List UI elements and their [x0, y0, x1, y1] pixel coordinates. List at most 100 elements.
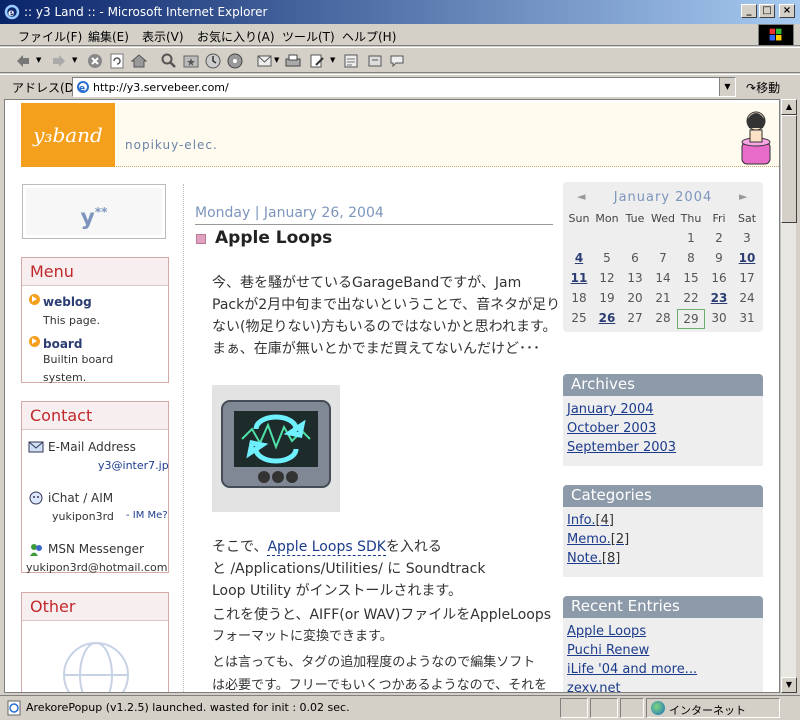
history-icon[interactable]: [204, 52, 222, 70]
arrow-icon: [29, 294, 40, 305]
calendar-day: 29: [677, 309, 705, 329]
mail-icon[interactable]: [256, 52, 274, 70]
calendar-day-link[interactable]: 23: [705, 291, 733, 305]
calendar-day-link[interactable]: 26: [593, 311, 621, 325]
edit-icon[interactable]: [308, 52, 326, 70]
nav-board[interactable]: board: [43, 337, 82, 351]
recent-link[interactable]: Puchi Renew: [567, 643, 649, 658]
back-icon[interactable]: [14, 52, 32, 70]
menu-file[interactable]: ファイル(F): [18, 28, 82, 45]
email-value[interactable]: y3@inter7.jp: [98, 459, 169, 472]
calendar-day-link[interactable]: 10: [733, 251, 761, 265]
calendar-day-link[interactable]: 4: [565, 251, 593, 265]
nav-weblog-desc: This page.: [43, 314, 100, 327]
discuss-icon[interactable]: [342, 52, 360, 70]
entry-title[interactable]: Apple Loops: [215, 228, 332, 248]
y-logo-box: y**: [22, 184, 166, 239]
category-name: Info.: [567, 513, 596, 528]
back-dropdown-icon[interactable]: ▼: [36, 56, 41, 64]
calendar-day: 7: [659, 251, 667, 265]
menu-edit[interactable]: 編集(E): [88, 28, 129, 45]
category-link[interactable]: Note.[8]: [567, 551, 620, 566]
page-status-icon: [7, 700, 21, 716]
calendar-day: 15: [683, 271, 699, 285]
minimize-button[interactable]: _: [741, 4, 757, 18]
calendar-day: 9: [715, 251, 723, 265]
research-icon[interactable]: [366, 52, 384, 70]
recent-heading: Recent Entries: [563, 596, 763, 618]
scroll-up-icon[interactable]: ▲: [781, 99, 797, 115]
category-count: [4]: [595, 513, 614, 528]
messenger-icon[interactable]: [388, 52, 406, 70]
ichat-icon: [29, 491, 43, 505]
page-icon: e: [77, 81, 89, 94]
refresh-icon[interactable]: [108, 52, 126, 70]
favorites-icon[interactable]: [182, 52, 200, 70]
category-link[interactable]: Memo.[2]: [567, 532, 629, 547]
edit-dropdown-icon[interactable]: ▼: [330, 56, 335, 64]
security-zone: インターネット: [646, 698, 780, 718]
calendar-day-link[interactable]: 11: [565, 271, 593, 285]
category-link[interactable]: Info.[4]: [567, 513, 614, 528]
media-icon[interactable]: [226, 52, 244, 70]
go-button[interactable]: ↷移動: [746, 79, 780, 96]
calendar-day: 1: [687, 231, 695, 245]
status-bar: ArekorePopup (v1.2.5) launched. wasted f…: [0, 695, 800, 720]
calendar-next-icon[interactable]: ►: [739, 190, 747, 203]
contact-heading: Contact: [22, 402, 168, 430]
im-me-link[interactable]: - IM Me?: [126, 510, 168, 521]
home-icon[interactable]: [130, 52, 148, 70]
archive-link[interactable]: September 2003: [567, 440, 676, 455]
mail-dropdown-icon[interactable]: ▼: [274, 56, 279, 64]
recent-link[interactable]: iLife '04 and more...: [567, 662, 697, 677]
stop-icon[interactable]: [86, 52, 104, 70]
menu-tools[interactable]: ツール(T): [282, 28, 335, 45]
msn-value: yukipon3rd@hotmail.com: [26, 561, 168, 574]
menu-favorites[interactable]: お気に入り(A): [197, 28, 275, 45]
scroll-down-icon[interactable]: ▼: [781, 677, 797, 693]
vertical-scrollbar[interactable]: ▲ ▼: [780, 99, 797, 693]
calendar-day: 24: [739, 291, 755, 305]
calendar-day: 17: [739, 271, 755, 285]
apple-loops-sdk-link[interactable]: Apple Loops SDK: [267, 539, 386, 556]
ichat-value: yukipon3rd: [52, 510, 114, 523]
archive-link[interactable]: January 2004: [567, 402, 654, 417]
archive-link[interactable]: October 2003: [567, 421, 656, 436]
calendar-day: 2: [715, 231, 723, 245]
menu-help[interactable]: ヘルプ(H): [342, 28, 396, 45]
mail-icon: [28, 441, 44, 453]
forward-dropdown-icon[interactable]: ▼: [72, 56, 77, 64]
maximize-button[interactable]: □: [759, 4, 775, 18]
svg-text:e: e: [8, 8, 14, 19]
entry-text: Loop Utility がインストールされます。: [212, 583, 462, 599]
scroll-thumb[interactable]: [781, 115, 797, 223]
address-input[interactable]: e http://y3.servebeer.com/ ▼: [72, 77, 736, 97]
category-name: Memo.: [567, 532, 611, 547]
go-arrow-icon: ↷: [746, 81, 757, 95]
print-icon[interactable]: [284, 52, 302, 70]
email-label: E-Mail Address: [48, 440, 136, 454]
calendar-day: 19: [599, 291, 615, 305]
ichat-label: iChat / AIM: [48, 491, 114, 505]
status-text: ArekorePopup (v1.2.5) launched. wasted f…: [26, 701, 350, 714]
status-cell: [560, 698, 588, 718]
search-icon[interactable]: [160, 52, 178, 70]
entry-text: まぁ、在庫が無いとかでまだ買えてないんだけど･･･: [212, 341, 541, 357]
entry-text: は必要です。フリーでもいくつかあるようなので、それを: [212, 678, 548, 693]
menu-heading: Menu: [22, 258, 168, 286]
address-label: アドレス(D): [12, 81, 79, 95]
forward-icon[interactable]: [50, 52, 68, 70]
svg-text:e: e: [79, 84, 85, 94]
address-dropdown-icon[interactable]: ▼: [719, 78, 735, 96]
menu-view[interactable]: 表示(V): [142, 28, 184, 45]
calendar-day: 30: [711, 311, 727, 325]
calendar-day: 13: [627, 271, 643, 285]
calendar-day: 5: [603, 251, 611, 265]
calendar-day: 6: [631, 251, 639, 265]
calendar: ◄ January 2004 ► Sun Mon Tue Wed Thu Fri Sat 1 2…: [563, 182, 763, 332]
site-logo[interactable]: y₃band: [21, 103, 115, 167]
recent-link[interactable]: zexy.net: [567, 681, 621, 692]
close-button[interactable]: ×: [779, 4, 795, 18]
nav-weblog[interactable]: weblog: [43, 295, 92, 309]
recent-link[interactable]: Apple Loops: [567, 624, 646, 639]
